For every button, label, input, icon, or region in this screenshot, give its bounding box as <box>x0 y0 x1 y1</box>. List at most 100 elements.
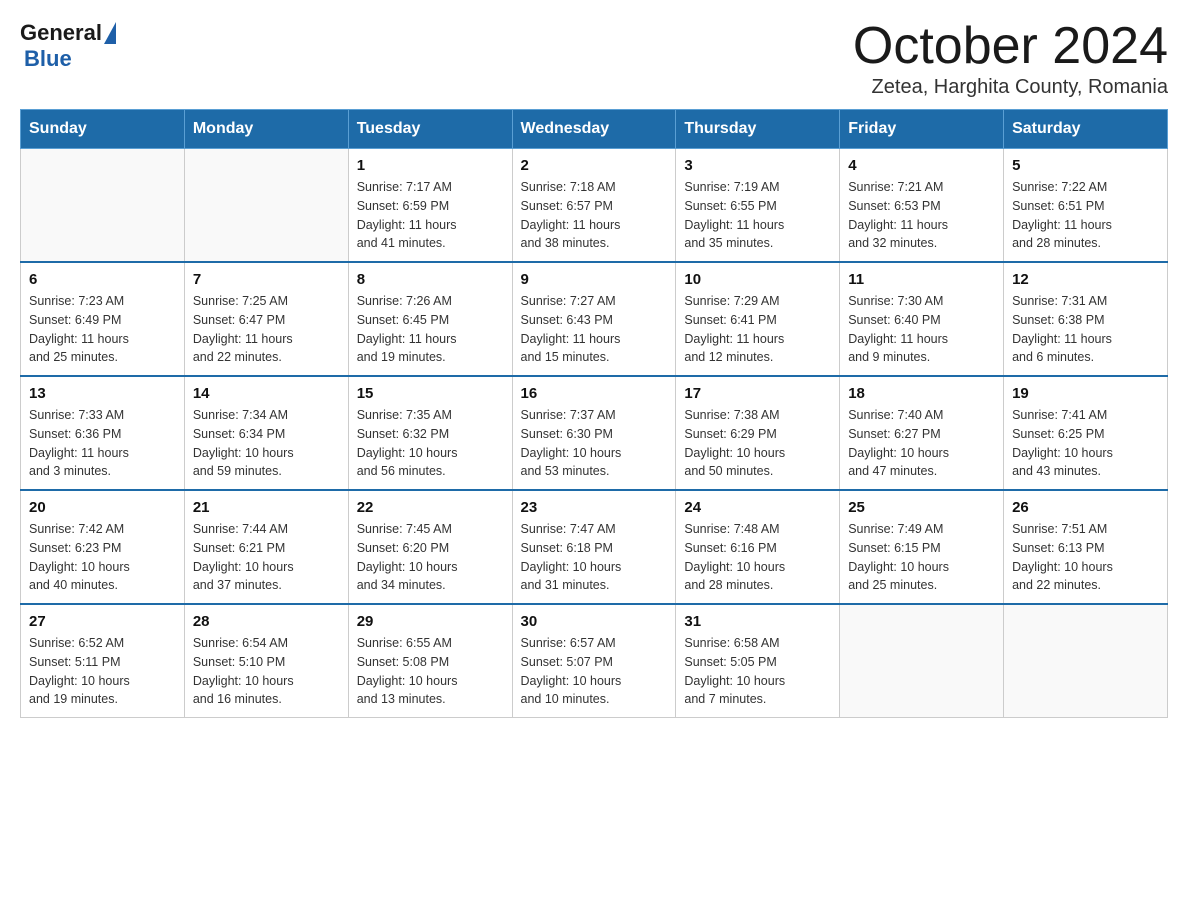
day-number: 15 <box>357 385 504 402</box>
day-cell-16: 16Sunrise: 7:37 AM Sunset: 6:30 PM Dayli… <box>512 376 676 490</box>
day-info: Sunrise: 7:41 AM Sunset: 6:25 PM Dayligh… <box>1012 406 1159 481</box>
day-cell-26: 26 Sunrise: 7:51 AM Sunset: 6:13 PM Dayli… <box>1004 490 1168 604</box>
day-number: 24 <box>684 499 831 516</box>
day-number: 12 <box>1012 271 1159 288</box>
header-friday: Friday <box>840 110 1004 149</box>
location-subtitle: Zetea, Harghita County, Romania <box>853 76 1168 99</box>
header-sunday: Sunday <box>21 110 185 149</box>
day-number: 3 <box>684 157 831 174</box>
day-info: Sunrise: 7:33 AM Sunset: 6:36 PM Dayligh… <box>29 406 176 481</box>
day-number: 27 <box>29 613 176 630</box>
day-number: 25 <box>848 499 995 516</box>
day-number: 31 <box>684 613 831 630</box>
day-number: 2 <box>521 157 668 174</box>
header-tuesday: Tuesday <box>348 110 512 149</box>
day-info: Sunrise: 7:45 AM Sunset: 6:20 PM Dayligh… <box>357 520 504 595</box>
day-number: 7 <box>193 271 340 288</box>
day-info: Sunrise: 7:48 AM Sunset: 6:16 PM Dayligh… <box>684 520 831 595</box>
day-cell-2: 2 Sunrise: 7:18 AM Sunset: 6:57 PM Daylig… <box>512 149 676 263</box>
day-info: Sunrise: 7:30 AM Sunset: 6:40 PM Dayligh… <box>848 292 995 367</box>
day-number: 18 <box>848 385 995 402</box>
day-number: 19 <box>1012 385 1159 402</box>
day-cell-17: 17Sunrise: 7:38 AM Sunset: 6:29 PM Dayli… <box>676 376 840 490</box>
day-cell-4: 4Sunrise: 7:21 AM Sunset: 6:53 PM Daylig… <box>840 149 1004 263</box>
empty-day-cell <box>840 604 1004 718</box>
day-number: 6 <box>29 271 176 288</box>
day-number: 14 <box>193 385 340 402</box>
day-cell-18: 18Sunrise: 7:40 AM Sunset: 6:27 PM Dayli… <box>840 376 1004 490</box>
day-number: 9 <box>521 271 668 288</box>
day-cell-1: 1 Sunrise: 7:17 AM Sunset: 6:59 PM Daylig… <box>348 149 512 263</box>
empty-day-cell <box>21 149 185 263</box>
day-number: 30 <box>521 613 668 630</box>
day-number: 1 <box>357 157 504 174</box>
day-info: Sunrise: 7:35 AM Sunset: 6:32 PM Dayligh… <box>357 406 504 481</box>
day-number: 29 <box>357 613 504 630</box>
month-title: October 2024 <box>853 20 1168 72</box>
day-cell-23: 23Sunrise: 7:47 AM Sunset: 6:18 PM Dayli… <box>512 490 676 604</box>
day-cell-21: 21 Sunrise: 7:44 AM Sunset: 6:21 PM Dayli… <box>184 490 348 604</box>
day-number: 4 <box>848 157 995 174</box>
header-monday: Monday <box>184 110 348 149</box>
page-header: General Blue October 2024 Zetea, Harghit… <box>20 20 1168 99</box>
day-cell-11: 11Sunrise: 7:30 AM Sunset: 6:40 PM Dayli… <box>840 262 1004 376</box>
day-info: Sunrise: 7:26 AM Sunset: 6:45 PM Dayligh… <box>357 292 504 367</box>
day-info: Sunrise: 7:37 AM Sunset: 6:30 PM Dayligh… <box>521 406 668 481</box>
day-number: 22 <box>357 499 504 516</box>
day-cell-19: 19 Sunrise: 7:41 AM Sunset: 6:25 PM Dayli… <box>1004 376 1168 490</box>
day-cell-29: 29 Sunrise: 6:55 AM Sunset: 5:08 PM Dayli… <box>348 604 512 718</box>
day-info: Sunrise: 6:57 AM Sunset: 5:07 PM Dayligh… <box>521 634 668 709</box>
day-number: 5 <box>1012 157 1159 174</box>
day-number: 13 <box>29 385 176 402</box>
empty-day-cell <box>1004 604 1168 718</box>
day-cell-10: 10Sunrise: 7:29 AM Sunset: 6:41 PM Dayli… <box>676 262 840 376</box>
day-info: Sunrise: 7:44 AM Sunset: 6:21 PM Dayligh… <box>193 520 340 595</box>
day-cell-31: 31 Sunrise: 6:58 AM Sunset: 5:05 PM Dayli… <box>676 604 840 718</box>
day-info: Sunrise: 7:19 AM Sunset: 6:55 PM Dayligh… <box>684 178 831 253</box>
day-cell-13: 13 Sunrise: 7:33 AM Sunset: 6:36 PM Dayli… <box>21 376 185 490</box>
day-cell-3: 3 Sunrise: 7:19 AM Sunset: 6:55 PM Daylig… <box>676 149 840 263</box>
header-saturday: Saturday <box>1004 110 1168 149</box>
day-info: Sunrise: 7:51 AM Sunset: 6:13 PM Dayligh… <box>1012 520 1159 595</box>
day-number: 21 <box>193 499 340 516</box>
day-info: Sunrise: 6:58 AM Sunset: 5:05 PM Dayligh… <box>684 634 831 709</box>
logo-blue-text: Blue <box>24 46 72 72</box>
day-number: 8 <box>357 271 504 288</box>
calendar-week-row: 20 Sunrise: 7:42 AM Sunset: 6:23 PM Dayli… <box>21 490 1168 604</box>
day-info: Sunrise: 7:49 AM Sunset: 6:15 PM Dayligh… <box>848 520 995 595</box>
day-info: Sunrise: 6:52 AM Sunset: 5:11 PM Dayligh… <box>29 634 176 709</box>
day-info: Sunrise: 6:55 AM Sunset: 5:08 PM Dayligh… <box>357 634 504 709</box>
logo-triangle-icon <box>104 22 116 44</box>
day-cell-5: 5Sunrise: 7:22 AM Sunset: 6:51 PM Daylig… <box>1004 149 1168 263</box>
day-number: 17 <box>684 385 831 402</box>
day-info: Sunrise: 7:23 AM Sunset: 6:49 PM Dayligh… <box>29 292 176 367</box>
calendar-header-row: SundayMondayTuesdayWednesdayThursdayFrid… <box>21 110 1168 149</box>
calendar-week-row: 6 Sunrise: 7:23 AM Sunset: 6:49 PM Daylig… <box>21 262 1168 376</box>
day-cell-7: 7 Sunrise: 7:25 AM Sunset: 6:47 PM Daylig… <box>184 262 348 376</box>
day-info: Sunrise: 6:54 AM Sunset: 5:10 PM Dayligh… <box>193 634 340 709</box>
day-cell-15: 15 Sunrise: 7:35 AM Sunset: 6:32 PM Dayli… <box>348 376 512 490</box>
day-info: Sunrise: 7:27 AM Sunset: 6:43 PM Dayligh… <box>521 292 668 367</box>
day-number: 10 <box>684 271 831 288</box>
day-info: Sunrise: 7:34 AM Sunset: 6:34 PM Dayligh… <box>193 406 340 481</box>
day-info: Sunrise: 7:42 AM Sunset: 6:23 PM Dayligh… <box>29 520 176 595</box>
day-info: Sunrise: 7:18 AM Sunset: 6:57 PM Dayligh… <box>521 178 668 253</box>
empty-day-cell <box>184 149 348 263</box>
day-number: 26 <box>1012 499 1159 516</box>
calendar-table: SundayMondayTuesdayWednesdayThursdayFrid… <box>20 109 1168 718</box>
day-info: Sunrise: 7:17 AM Sunset: 6:59 PM Dayligh… <box>357 178 504 253</box>
logo: General Blue <box>20 20 118 72</box>
day-cell-22: 22 Sunrise: 7:45 AM Sunset: 6:20 PM Dayli… <box>348 490 512 604</box>
day-cell-28: 28 Sunrise: 6:54 AM Sunset: 5:10 PM Dayli… <box>184 604 348 718</box>
day-cell-27: 27 Sunrise: 6:52 AM Sunset: 5:11 PM Dayli… <box>21 604 185 718</box>
calendar-week-row: 27 Sunrise: 6:52 AM Sunset: 5:11 PM Dayli… <box>21 604 1168 718</box>
day-cell-9: 9 Sunrise: 7:27 AM Sunset: 6:43 PM Daylig… <box>512 262 676 376</box>
day-number: 20 <box>29 499 176 516</box>
calendar-week-row: 1 Sunrise: 7:17 AM Sunset: 6:59 PM Daylig… <box>21 149 1168 263</box>
day-cell-12: 12Sunrise: 7:31 AM Sunset: 6:38 PM Dayli… <box>1004 262 1168 376</box>
day-cell-25: 25 Sunrise: 7:49 AM Sunset: 6:15 PM Dayli… <box>840 490 1004 604</box>
day-cell-30: 30 Sunrise: 6:57 AM Sunset: 5:07 PM Dayli… <box>512 604 676 718</box>
logo-general-text: General <box>20 20 102 46</box>
day-info: Sunrise: 7:25 AM Sunset: 6:47 PM Dayligh… <box>193 292 340 367</box>
day-number: 28 <box>193 613 340 630</box>
